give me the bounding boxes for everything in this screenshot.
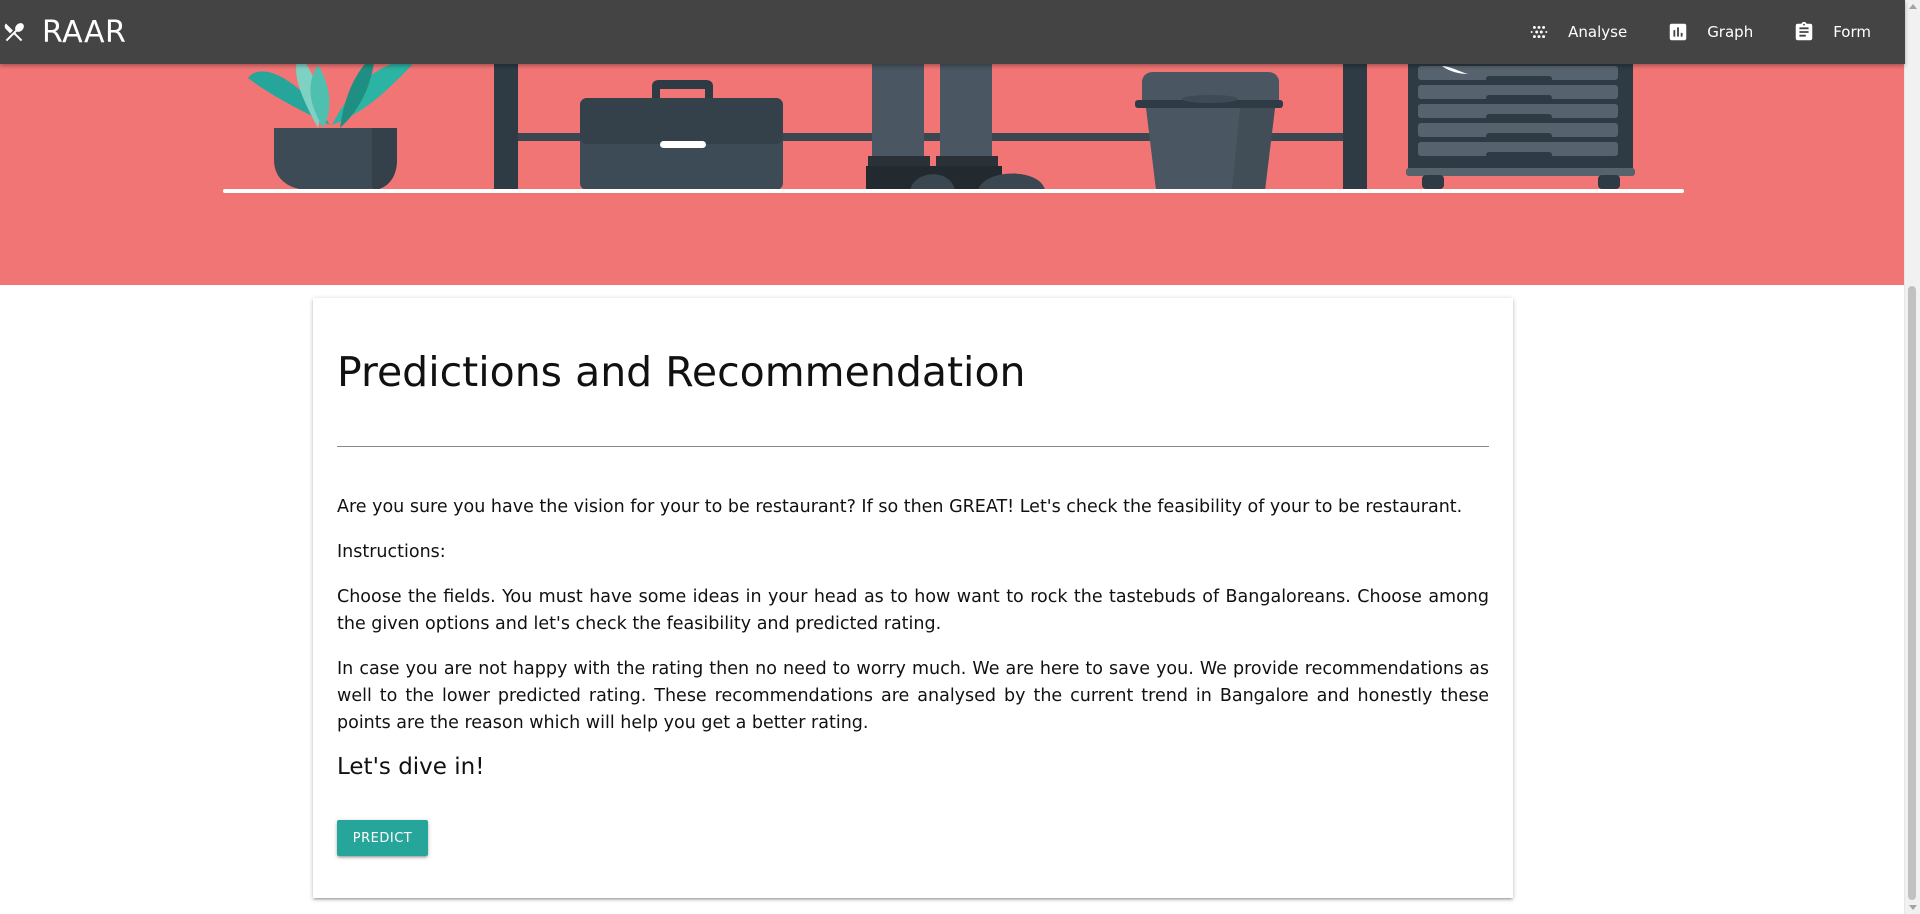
- instructions-paragraph: Choose the fields. You must have some id…: [337, 587, 1489, 634]
- fork-knife-icon: [4, 23, 24, 42]
- potted-plant: [248, 55, 412, 190]
- nav-item-label: Form: [1833, 23, 1871, 41]
- page-scrollbar[interactable]: [1904, 0, 1920, 914]
- top-navbar: RAAR Analyse Graph Form: [0, 0, 1905, 64]
- nav-item-graph[interactable]: Graph: [1667, 21, 1753, 43]
- recommendation-paragraph: In case you are not happy with the ratin…: [337, 659, 1489, 733]
- divider: [337, 446, 1489, 447]
- scroll-up-arrow[interactable]: [1909, 4, 1917, 9]
- drawer-cabinet: [1406, 55, 1635, 189]
- nav-item-label: Graph: [1707, 23, 1754, 41]
- prediction-card: Predictions and Recommendation Are you s…: [313, 298, 1513, 898]
- brand-logo-link[interactable]: RAAR: [2, 0, 126, 64]
- person-legs: [866, 62, 1045, 190]
- scroll-down-arrow[interactable]: [1909, 905, 1917, 910]
- nav-item-label: Analyse: [1568, 23, 1628, 41]
- trash-bin: [1135, 72, 1283, 190]
- predict-button[interactable]: PREDICT: [337, 820, 428, 856]
- dive-in-heading: Let's dive in!: [337, 754, 485, 780]
- clipboard-icon: [1795, 21, 1813, 41]
- nav-item-form[interactable]: Form: [1793, 21, 1871, 43]
- instructions-heading: Instructions:: [337, 542, 446, 562]
- bar-chart-icon: [1669, 23, 1687, 41]
- nav-links: Analyse Graph Form: [1488, 0, 1871, 64]
- nav-item-analyse[interactable]: Analyse: [1528, 21, 1627, 43]
- scatter-dots-icon: [1530, 25, 1548, 39]
- brand-name: RAAR: [42, 14, 127, 50]
- page-title: Predictions and Recommendation: [337, 348, 1026, 396]
- scroll-thumb[interactable]: [1908, 286, 1916, 900]
- intro-paragraph: Are you sure you have the vision for you…: [337, 497, 1463, 517]
- briefcase: [580, 80, 783, 190]
